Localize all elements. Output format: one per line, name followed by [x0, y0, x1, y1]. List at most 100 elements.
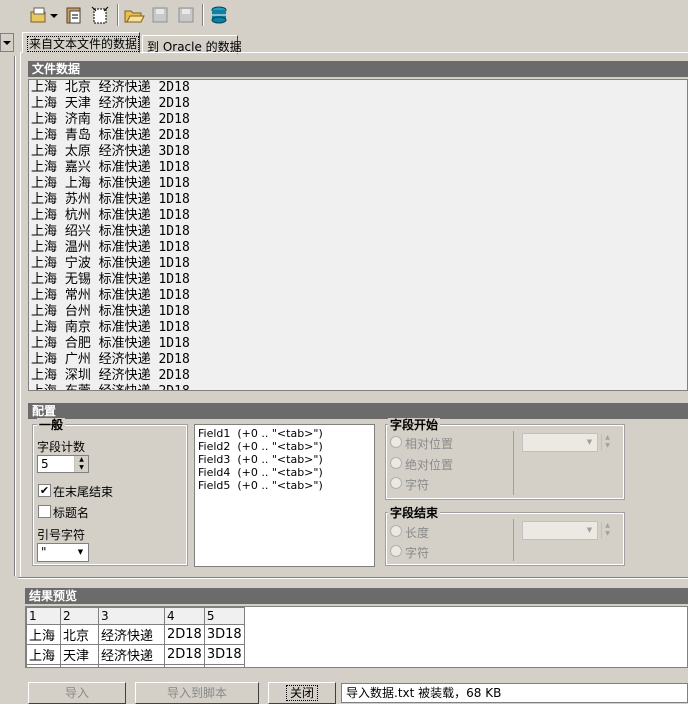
results-header: 结果预览: [25, 588, 688, 604]
quote-char-select[interactable]: " ▼: [37, 543, 89, 562]
paste-icon[interactable]: [63, 4, 85, 26]
table-cell: 济南: [60, 664, 99, 667]
end-of-line-checkbox[interactable]: ✔: [38, 484, 51, 497]
table-cell: 3D18: [203, 664, 245, 667]
table-cell: 经济快递: [98, 644, 165, 665]
table-cell: 经济快递: [98, 624, 165, 645]
end-of-line-label: 在末尾结束: [53, 485, 114, 499]
results-column-header[interactable]: 5: [203, 607, 245, 625]
table-row: 上海 天津 经济快递 2D18 3D18: [26, 644, 245, 665]
results-preview[interactable]: 12345 上海北京经济快递2D183D18上海天津经济快递2D183D18上海…: [25, 606, 688, 668]
field-list-item[interactable]: Field3 (+0 .. "<tab>"): [195, 453, 374, 466]
new-icon[interactable]: [89, 4, 111, 26]
file-data-row: 上海 广州 经济快递 2D18: [31, 352, 190, 367]
table-cell: 3D18: [203, 624, 245, 645]
table-cell: 标准快递: [98, 664, 165, 667]
save-icon: [149, 4, 171, 26]
table-cell: 2D18: [164, 624, 205, 645]
results-column-header[interactable]: 2: [60, 607, 99, 625]
file-data-row: 上海 合肥 标准快递 1D18: [31, 336, 190, 351]
save-as-icon: [175, 4, 197, 26]
field-list-item[interactable]: Field4 (+0 .. "<tab>"): [195, 466, 374, 479]
dropdown-arrow-icon[interactable]: [48, 4, 60, 26]
file-data-list[interactable]: 上海 北京 经济快递 2D18 上海 天津 经济快递 2D18 上海 济南 标准快递…: [28, 79, 688, 391]
table-row: 上海 北京 经济快递 2D18 3D18: [26, 624, 245, 645]
results-table: 12345 上海北京经济快递2D183D18上海天津经济快递2D183D18上海…: [26, 607, 245, 667]
spin-up-icon: ▲: [605, 434, 610, 441]
toolbar: [0, 0, 688, 31]
file-data-row: 上海 常州 标准快递 1D18: [31, 288, 190, 303]
table-cell: 北京: [60, 624, 99, 645]
spin-up-icon[interactable]: ▲: [75, 456, 88, 464]
divider: [513, 431, 514, 495]
file-data-row: 上海 南京 标准快递 1D18: [31, 320, 190, 335]
field-list-item[interactable]: Field1 (+0 .. "<tab>"): [195, 427, 374, 440]
spin-up-icon: ▲: [605, 522, 610, 529]
end-character-label: 字符: [405, 546, 430, 560]
field-list-item[interactable]: Field2 (+0 .. "<tab>"): [195, 440, 374, 453]
field-start-spinner: ▲ ▼: [601, 434, 613, 451]
config-panel: 一般 字段计数 5 ▲ ▼ ✔ 在末尾结束 标题名 引号字符 " ▼ Field…: [28, 418, 688, 574]
open-template-icon[interactable]: [28, 4, 50, 26]
results-column-header[interactable]: 1: [26, 607, 61, 625]
database-icon[interactable]: [208, 4, 230, 26]
field-count-value: 5: [41, 457, 49, 471]
file-data-row: 上海 绍兴 标准快递 1D18: [31, 224, 190, 239]
spinner-buttons[interactable]: ▲ ▼: [74, 456, 88, 472]
field-list[interactable]: Field1 (+0 .. "<tab>") Field2 (+0 .. "<ta…: [194, 424, 375, 567]
file-data-row: 上海 台州 标准快递 1D18: [31, 304, 190, 319]
import-button[interactable]: 导入: [28, 682, 126, 704]
radio-start-character[interactable]: [390, 477, 402, 489]
tab-text-file-data[interactable]: 来自文本文件的数据: [22, 32, 140, 53]
table-cell: 天津: [60, 644, 99, 665]
header-label: 标题名: [53, 506, 90, 520]
table-cell: 上海: [26, 664, 61, 667]
table-cell: 2D18: [164, 664, 205, 667]
field-list-item[interactable]: Field5 (+0 .. "<tab>"): [195, 479, 374, 492]
table-row: 上海济南标准快递2D183D18: [26, 664, 245, 667]
chevron-down-icon: ▼: [586, 438, 593, 446]
file-data-row: 上海 青岛 标准快递 2D18: [31, 128, 190, 143]
import-to-script-button[interactable]: 导入到脚本: [135, 682, 259, 704]
quote-char-label: 引号字符: [37, 528, 86, 542]
file-data-row: 上海 嘉兴 标准快递 1D18: [31, 160, 190, 175]
header-checkbox[interactable]: [38, 505, 51, 518]
field-end-title: 字段结束: [388, 506, 441, 520]
file-data-row: 上海 苏州 标准快递 1D18: [31, 192, 190, 207]
field-count-label: 字段计数: [37, 440, 86, 454]
file-data-row: 上海 太原 经济快递 3D18: [31, 144, 190, 159]
file-data-header: 文件数据: [28, 61, 688, 77]
spin-down-icon: ▼: [605, 530, 610, 537]
field-end-spinner: ▲ ▼: [601, 522, 613, 539]
radio-absolute-position[interactable]: [390, 457, 402, 469]
quote-char-value: ": [41, 545, 47, 559]
table-cell: 3D18: [203, 644, 245, 665]
spin-down-icon[interactable]: ▼: [75, 464, 88, 472]
side-divider: [14, 56, 16, 576]
field-end-select: ▼: [522, 521, 598, 540]
file-data-row: 上海 北京 经济快递 2D18: [31, 80, 190, 95]
file-data-row: 上海 温州 标准快递 1D18: [31, 240, 190, 255]
length-label: 长度: [405, 526, 430, 540]
results-column-header[interactable]: 3: [98, 607, 165, 625]
radio-relative-position[interactable]: [390, 436, 402, 448]
field-start-select: ▼: [522, 433, 598, 452]
config-header: 配置: [28, 403, 688, 419]
status-bar: 导入数据.txt 被装载，68 KB: [341, 683, 688, 703]
radio-end-character[interactable]: [390, 545, 402, 557]
side-dropdown[interactable]: [0, 33, 14, 52]
field-start-title: 字段开始: [388, 418, 441, 432]
relative-position-label: 相对位置: [405, 437, 454, 451]
chevron-down-icon[interactable]: ▼: [74, 545, 87, 560]
file-data-row: 上海 无锡 标准快递 1D18: [31, 272, 190, 287]
results-column-header[interactable]: 4: [164, 607, 205, 625]
general-group-title: 一般: [37, 418, 66, 432]
file-data-row: 上海 深圳 经济快递 2D18: [31, 368, 190, 383]
radio-length[interactable]: [390, 525, 402, 537]
open-folder-icon[interactable]: [123, 4, 145, 26]
close-button-label: 关闭: [285, 685, 318, 701]
close-button[interactable]: 关闭: [268, 682, 336, 704]
file-data-row: 上海 上海 标准快递 1D18: [31, 176, 190, 191]
field-count-spinner[interactable]: 5 ▲ ▼: [37, 455, 89, 473]
file-data-row: 上海 东莞 经济快递 2D18: [29, 384, 687, 390]
